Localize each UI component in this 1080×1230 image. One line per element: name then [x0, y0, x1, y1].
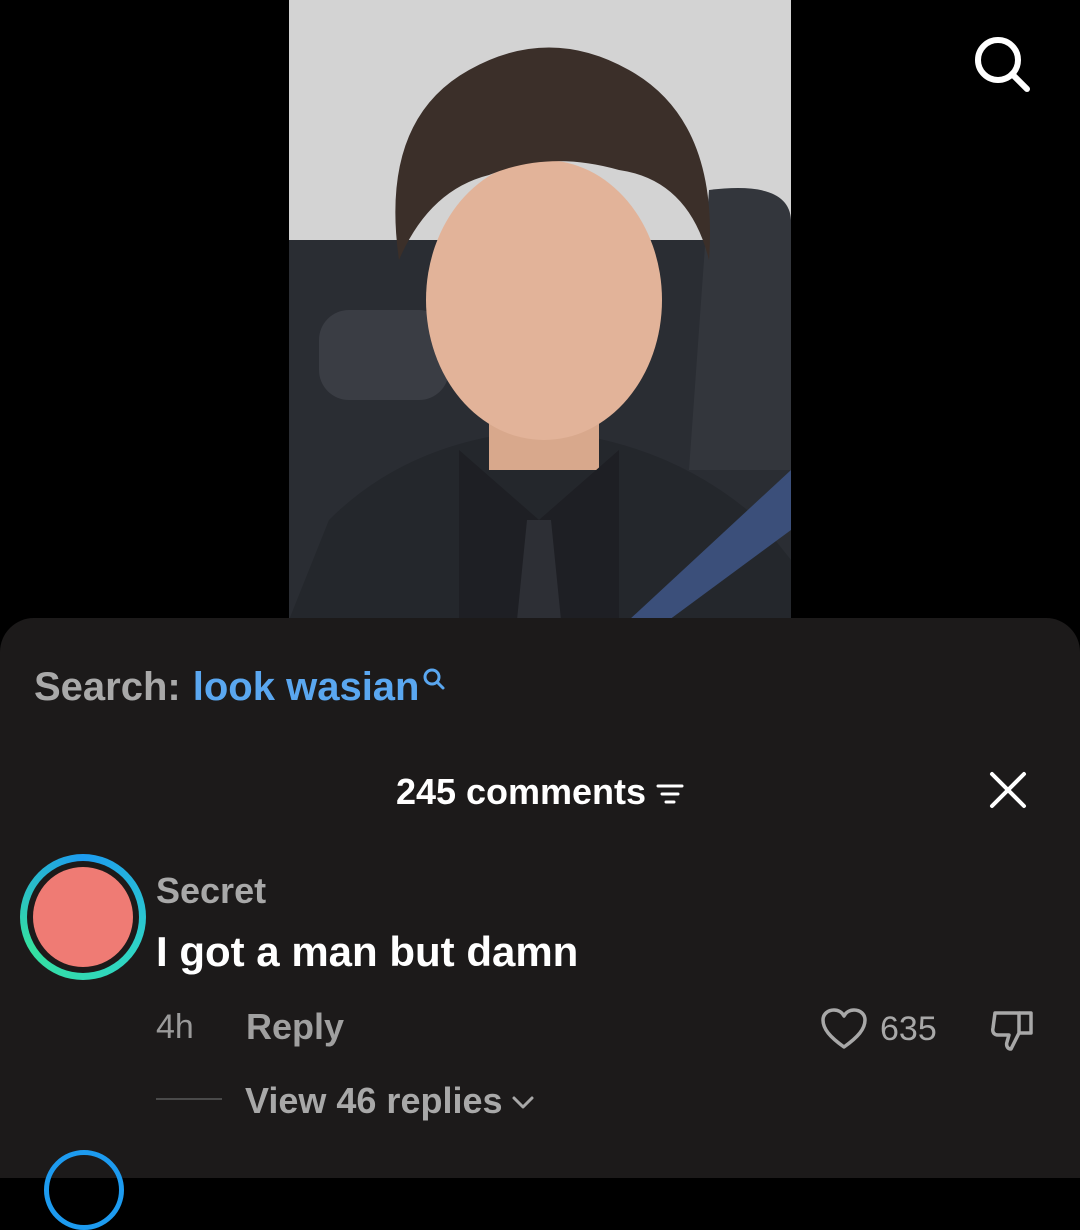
search-button[interactable] [966, 28, 1038, 100]
close-button[interactable] [982, 764, 1034, 816]
avatar-ring-gap [27, 861, 139, 973]
comments-count: 245 comments [395, 771, 647, 812]
search-icon [423, 668, 444, 690]
sort-icon[interactable] [656, 782, 684, 806]
close-icon [990, 772, 1026, 808]
heart-icon [821, 1008, 867, 1049]
view-replies-button[interactable]: View 46 replies [245, 1078, 535, 1124]
search-icon [975, 37, 1030, 92]
like-count: 635 [880, 1009, 937, 1048]
chevron-down-icon [512, 1096, 534, 1109]
next-comment-avatar[interactable] [44, 1150, 124, 1230]
search-prefix-label: Search: [34, 664, 181, 709]
replies-divider [156, 1098, 222, 1100]
video-thumbnail [289, 0, 791, 620]
comment-text: I got a man but damn [156, 928, 579, 975]
reply-button[interactable]: Reply [246, 1006, 344, 1048]
comments-header: 245 comments [0, 766, 1080, 818]
search-term-link[interactable]: look wasian [193, 665, 420, 710]
search-suggestion[interactable]: Search: look wasian [34, 662, 446, 712]
comment-timestamp: 4h [156, 1008, 194, 1046]
avatar-image [33, 867, 133, 967]
like-button[interactable]: 635 [820, 1006, 937, 1052]
comment-username[interactable]: Secret [156, 870, 266, 912]
video-frame[interactable] [289, 0, 791, 620]
view-replies-label: View 46 replies [245, 1080, 503, 1121]
avatar[interactable] [20, 854, 146, 980]
dislike-button[interactable] [986, 1004, 1038, 1056]
dislike-icon [991, 1011, 1033, 1051]
